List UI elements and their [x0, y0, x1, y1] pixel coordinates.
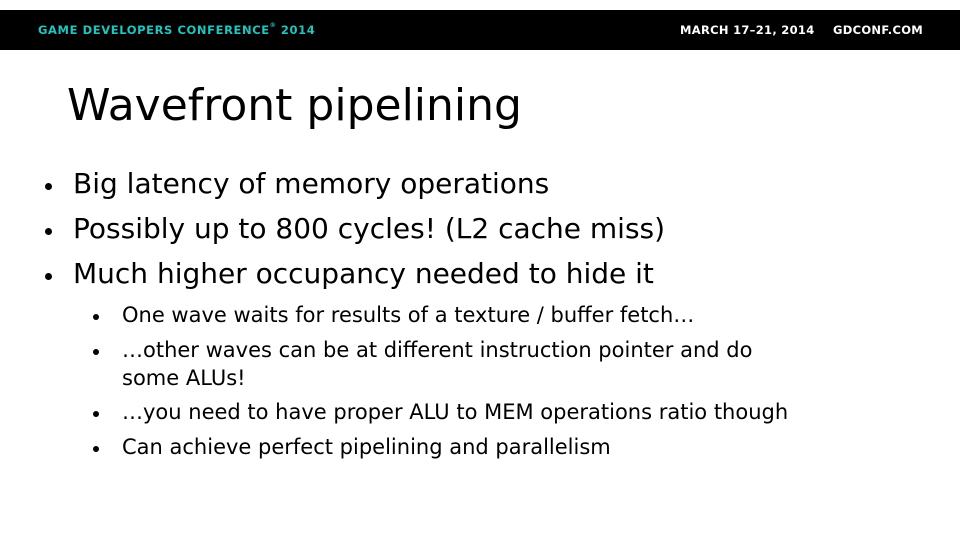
bullet-text: Much higher occupancy needed to hide it [73, 257, 654, 290]
conference-name-text: GAME DEVELOPERS CONFERENCE [38, 23, 270, 37]
sub-bullet-item: …other waves can be at different instruc… [93, 336, 753, 392]
conference-year: 2014 [280, 23, 316, 37]
sub-bullet-item: …you need to have proper ALU to MEM oper… [93, 398, 789, 426]
registered-mark: ® [269, 22, 277, 29]
bullet-text: Big latency of memory operations [73, 167, 550, 200]
sub-bullet-dot-icon [93, 411, 99, 417]
sub-bullet-item: One wave waits for results of a texture … [93, 301, 695, 329]
bullet-text: Possibly up to 800 cycles! (L2 cache mis… [73, 212, 666, 245]
sub-bullet-dot-icon [93, 446, 99, 452]
sub-bullet-text: …other waves can be at different instruc… [122, 338, 753, 362]
sub-bullet-dot-icon [93, 314, 99, 320]
sub-bullet-item: Can achieve perfect pipelining and paral… [93, 433, 611, 461]
sub-bullet-text: One wave waits for results of a texture … [122, 303, 695, 327]
conference-website: GDCONF.COM [833, 23, 924, 37]
sub-bullet-text: Can achieve perfect pipelining and paral… [122, 435, 611, 459]
sub-bullet-text: …you need to have proper ALU to MEM oper… [122, 400, 789, 424]
conference-name: GAME DEVELOPERS CONFERENCE® 2014 [38, 22, 316, 37]
sub-bullet-dot-icon [93, 349, 99, 355]
bullet-dot-icon [45, 273, 52, 280]
conference-header-bar: GAME DEVELOPERS CONFERENCE® 2014 MARCH 1… [0, 10, 960, 50]
bullet-dot-icon [45, 183, 52, 190]
sub-bullet-text-continued: some ALUs! [122, 366, 246, 390]
bullet-item: Much higher occupancy needed to hide it [45, 257, 654, 291]
bullet-item: Possibly up to 800 cycles! (L2 cache mis… [45, 212, 666, 246]
bullet-dot-icon [45, 228, 52, 235]
bullet-item: Big latency of memory operations [45, 167, 550, 201]
slide-title: Wavefront pipelining [67, 80, 522, 131]
conference-dates: MARCH 17–21, 2014 [680, 23, 815, 37]
